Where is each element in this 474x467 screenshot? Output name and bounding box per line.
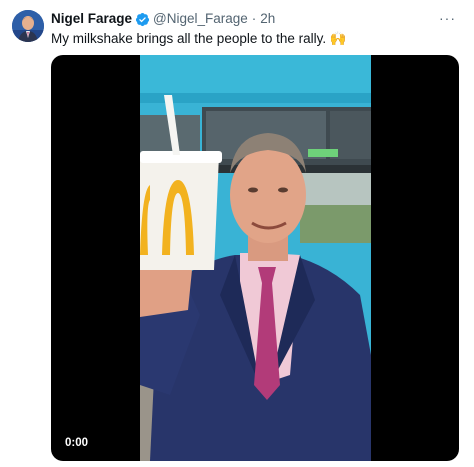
tweet-text: My milkshake brings all the people to th… [51, 31, 347, 46]
timestamp[interactable]: 2h [260, 11, 275, 27]
verified-badge-icon [135, 12, 150, 27]
tweet-header: Nigel Farage @Nigel_Farage · 2h [51, 11, 275, 27]
more-options-icon[interactable]: ··· [439, 10, 456, 26]
display-name[interactable]: Nigel Farage [51, 11, 132, 27]
author-handle[interactable]: @Nigel_Farage [153, 11, 248, 27]
tweet-card[interactable]: Nigel Farage @Nigel_Farage · 2h ··· My m… [0, 0, 474, 467]
video-elapsed-time: 0:00 [65, 437, 89, 449]
separator-dot: · [251, 11, 257, 26]
avatar-photo [12, 10, 44, 42]
avatar[interactable] [12, 10, 44, 42]
video-player[interactable]: 0:00 [51, 55, 459, 461]
video-thumbnail [140, 55, 371, 461]
video-frame[interactable] [140, 55, 371, 461]
